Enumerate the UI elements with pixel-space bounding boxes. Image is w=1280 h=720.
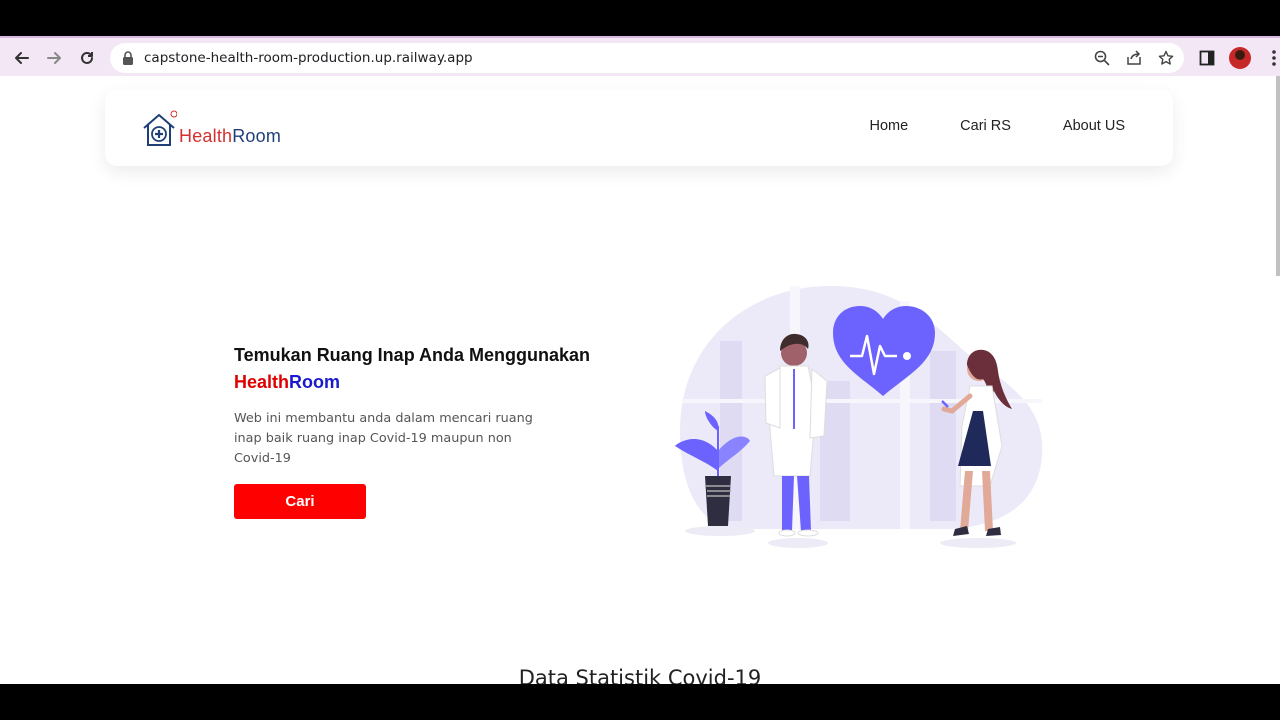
hero-section: Temukan Ruang Inap Anda Menggunakan Heal… <box>234 342 654 519</box>
nav-about-us[interactable]: About US <box>1063 118 1125 134</box>
share-icon[interactable] <box>1124 48 1144 68</box>
cari-button[interactable]: Cari <box>234 484 366 519</box>
hero-description: Web ini membantu anda dalam mencari ruan… <box>234 411 533 466</box>
url-text[interactable]: capstone-health-room-production.up.railw… <box>144 50 473 66</box>
lock-icon[interactable] <box>122 51 134 70</box>
site-navbar: HealthRoom Home Cari RS About US <box>105 90 1173 166</box>
nav-home[interactable]: Home <box>869 118 908 134</box>
address-bar[interactable]: capstone-health-room-production.up.railw… <box>110 43 1184 73</box>
logo-text-room: Room <box>232 126 282 146</box>
logo-text-health: Health <box>179 126 233 146</box>
zoom-icon[interactable] <box>1092 48 1112 68</box>
browser-toolbar: capstone-health-room-production.up.railw… <box>0 36 1280 76</box>
screen-top-bar <box>0 0 1280 36</box>
forward-icon[interactable] <box>42 46 66 70</box>
stats-section-title: Data Statistik Covid-19 <box>518 666 762 684</box>
scrollbar[interactable] <box>1276 76 1280 276</box>
menu-dots-icon[interactable] <box>1262 46 1280 70</box>
back-icon[interactable] <box>10 46 34 70</box>
doctors-illustration <box>675 286 1043 548</box>
logo-text: HealthRoom <box>179 126 281 147</box>
site-logo[interactable]: HealthRoom <box>141 108 281 148</box>
screen-bottom-bar <box>0 684 1280 720</box>
main-menu: Home Cari RS About US <box>869 118 1125 134</box>
hero-brand-room: Room <box>289 372 341 392</box>
page-viewport: HealthRoom Home Cari RS About US Temukan… <box>0 76 1280 684</box>
profile-avatar[interactable] <box>1228 46 1252 70</box>
nav-cari-rs[interactable]: Cari RS <box>960 118 1011 134</box>
reload-icon[interactable] <box>75 46 99 70</box>
star-icon[interactable] <box>1156 48 1176 68</box>
hero-brand-health: Health <box>234 372 290 392</box>
hero-title: Temukan Ruang Inap Anda Menggunakan Heal… <box>234 342 654 396</box>
house-cross-icon <box>143 110 177 146</box>
hero-title-line: Temukan Ruang Inap Anda Menggunakan <box>234 345 591 365</box>
sidepanel-icon[interactable] <box>1195 46 1219 70</box>
